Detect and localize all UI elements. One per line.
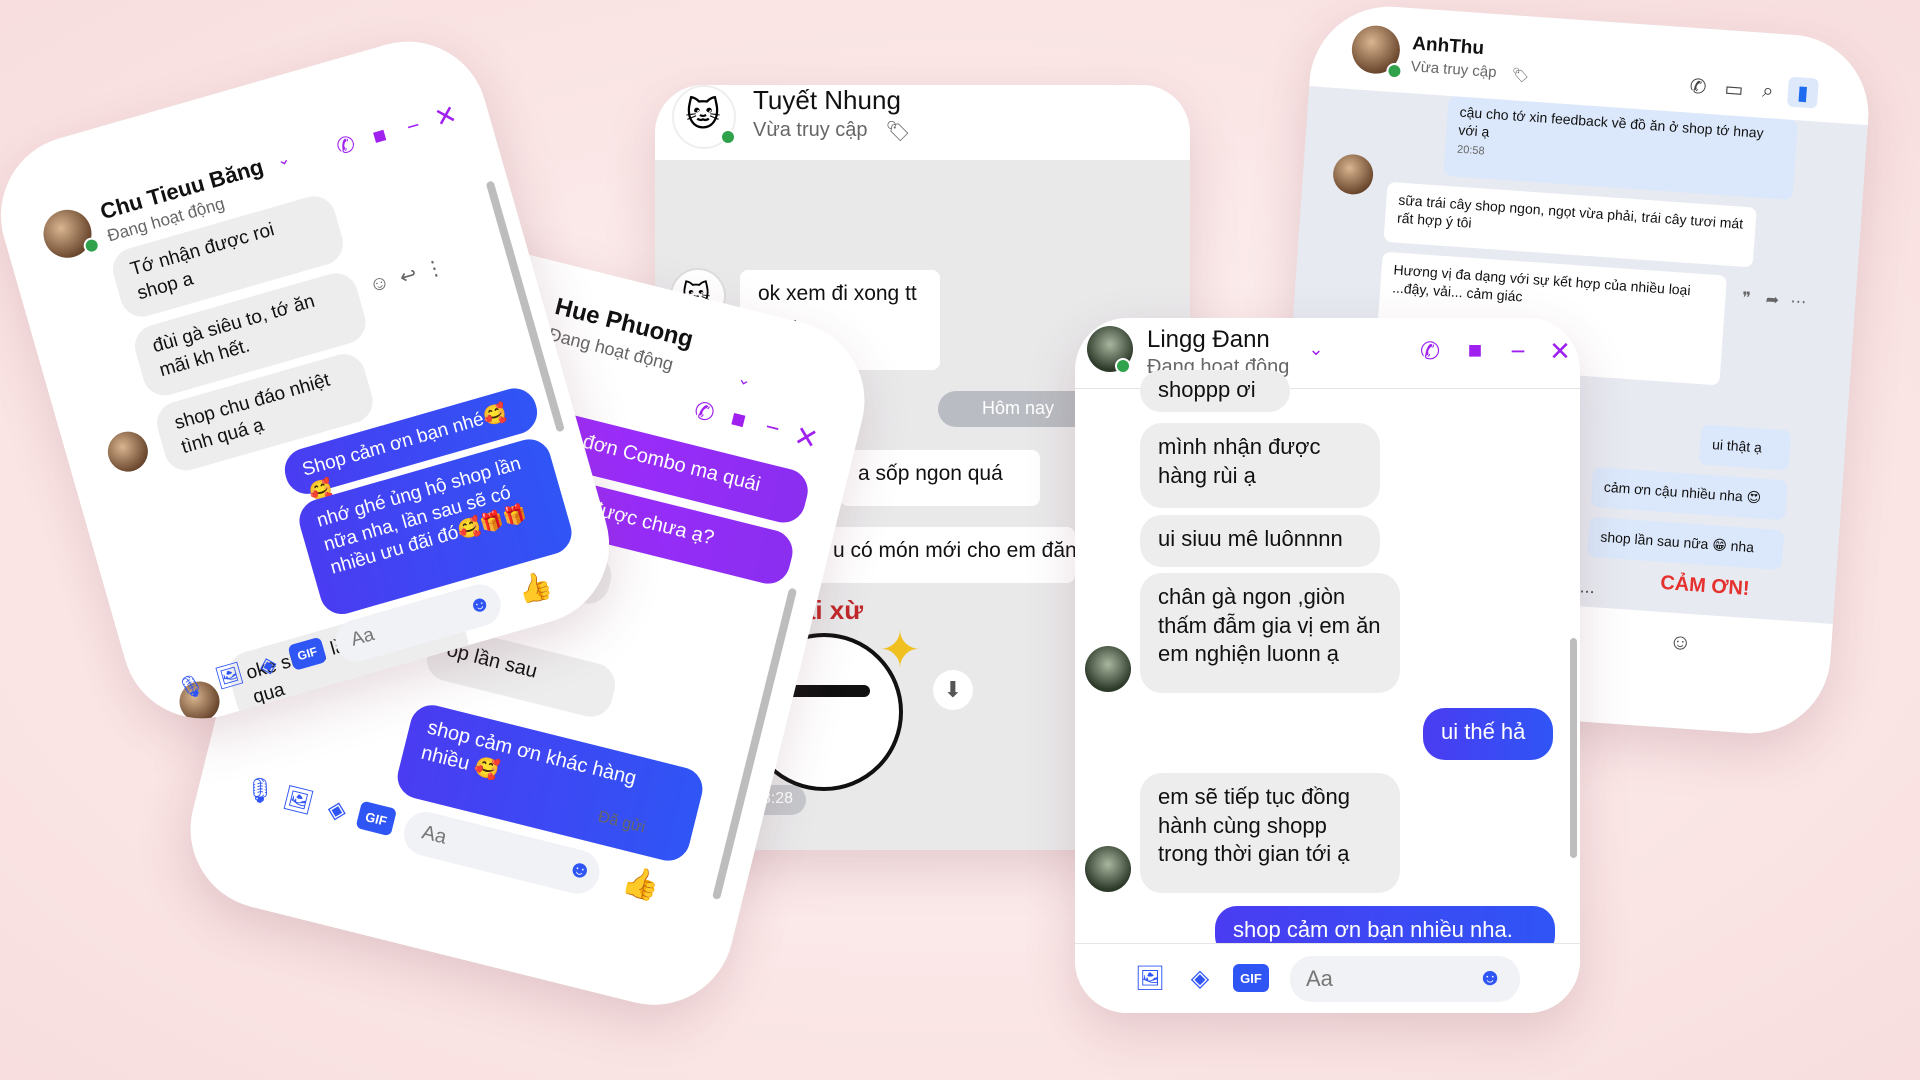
close-icon[interactable]: ✕ (788, 419, 824, 455)
message-bubble: ui thật ạ (1698, 424, 1792, 471)
like-icon[interactable]: 👍 (514, 566, 556, 608)
avatar (1085, 846, 1131, 892)
video-call-icon[interactable]: ■ (720, 402, 756, 438)
ellipsis: ... (1579, 576, 1596, 598)
microphone-icon[interactable]: 🎙 (241, 772, 278, 808)
gif-icon[interactable]: GIF (1233, 964, 1269, 992)
minimize-icon[interactable]: − (396, 109, 431, 144)
sticker-icon[interactable]: ◈ (1185, 963, 1215, 993)
avatar (103, 426, 153, 477)
tag-icon[interactable]: 🏷 (1510, 65, 1531, 84)
avatar[interactable] (37, 204, 98, 264)
chevron-down-icon[interactable]: ⌄ (731, 366, 758, 393)
sticker-text: CẢM ƠN! (1659, 571, 1751, 601)
quote-icon[interactable]: ❞ (1735, 286, 1758, 309)
video-call-icon[interactable]: ■ (1460, 336, 1490, 366)
phone-icon[interactable]: ✆ (686, 394, 722, 430)
chevron-down-icon[interactable]: ⌄ (1305, 338, 1327, 360)
message-bubble: chân gà ngon ,giòn thấm đẫm gia vị em ăn… (1140, 573, 1400, 693)
contact-status: Vừa truy cập (753, 119, 868, 141)
online-status-dot (1115, 358, 1131, 374)
contact-name[interactable]: Lingg Đann (1147, 326, 1270, 354)
tag-icon[interactable]: 🏷 (883, 119, 913, 143)
message-bubble: shoppp ơi (1140, 370, 1290, 412)
message-bubble: mình nhận được hàng rùi ạ (1140, 423, 1380, 508)
phone-icon[interactable]: ✆ (329, 128, 364, 163)
message-bubble: ui siuu mê luônnnn (1140, 515, 1380, 567)
video-call-icon[interactable]: ▭ (1719, 75, 1749, 103)
panel-toggle-icon[interactable]: ▮ (1786, 76, 1819, 109)
sticker-icon[interactable]: ◈ (251, 648, 286, 683)
forward-icon[interactable]: ➦ (1761, 288, 1784, 311)
avatar (1085, 646, 1131, 692)
avatar (1331, 153, 1375, 196)
emoji-icon[interactable]: ☻ (1475, 963, 1505, 993)
image-icon[interactable]: 🖼 (212, 659, 247, 694)
message-bubble: cảm ơn cậu nhiều nha 😍 (1590, 466, 1788, 521)
like-icon[interactable]: 👍 (619, 862, 663, 906)
phone-icon[interactable]: ✆ (1415, 336, 1445, 366)
sticker-icon[interactable]: ◈ (319, 792, 355, 828)
message-bubble: shop lần sau nữa 😁 nha (1587, 516, 1785, 571)
more-icon[interactable]: ⋮ (421, 253, 447, 284)
date-divider: Hôm nay (938, 391, 1098, 427)
more-icon[interactable]: ⋯ (1787, 290, 1810, 313)
chevron-down-icon[interactable]: ⌄ (271, 147, 296, 172)
download-icon[interactable]: ⬇ (933, 670, 973, 710)
message-bubble: ui thế hả (1423, 708, 1553, 760)
hello-kitty-avatar-icon: 🐱 (685, 96, 721, 134)
video-call-icon[interactable]: ■ (362, 119, 397, 154)
emoji-icon[interactable]: ☺ (1665, 627, 1695, 657)
emoji-react-icon[interactable]: ☺ (363, 268, 395, 300)
contact-name[interactable]: Tuyết Nhung (753, 85, 901, 116)
minimize-icon[interactable]: − (754, 411, 790, 447)
search-icon[interactable]: ⌕ (1754, 77, 1782, 105)
phone-icon[interactable]: ✆ (1684, 72, 1712, 100)
scrollbar[interactable] (1570, 638, 1577, 858)
close-icon[interactable]: ✕ (1545, 336, 1575, 366)
sparkle-icon: ✦ (879, 622, 921, 678)
gif-icon[interactable]: GIF (355, 800, 398, 837)
close-icon[interactable]: ✕ (427, 97, 464, 134)
online-status-dot (720, 129, 736, 145)
image-icon[interactable]: 🖼 (1135, 963, 1165, 993)
message-bubble: u có món mới cho em đăng (815, 527, 1088, 583)
chat-window-lingg-dann: Lingg Đann Đang hoạt động ⌄ ✆ ■ − ✕ shop… (1075, 318, 1580, 1013)
image-icon[interactable]: 🖼 (280, 782, 316, 818)
reply-icon[interactable]: ↩ (392, 259, 424, 291)
minimize-icon[interactable]: − (1503, 336, 1533, 366)
gif-icon[interactable]: GIF (287, 636, 328, 671)
message-bubble: em sẽ tiếp tục đồng hành cùng shopp tron… (1140, 773, 1400, 893)
message-bubble: a sốp ngon quá (840, 450, 1040, 506)
